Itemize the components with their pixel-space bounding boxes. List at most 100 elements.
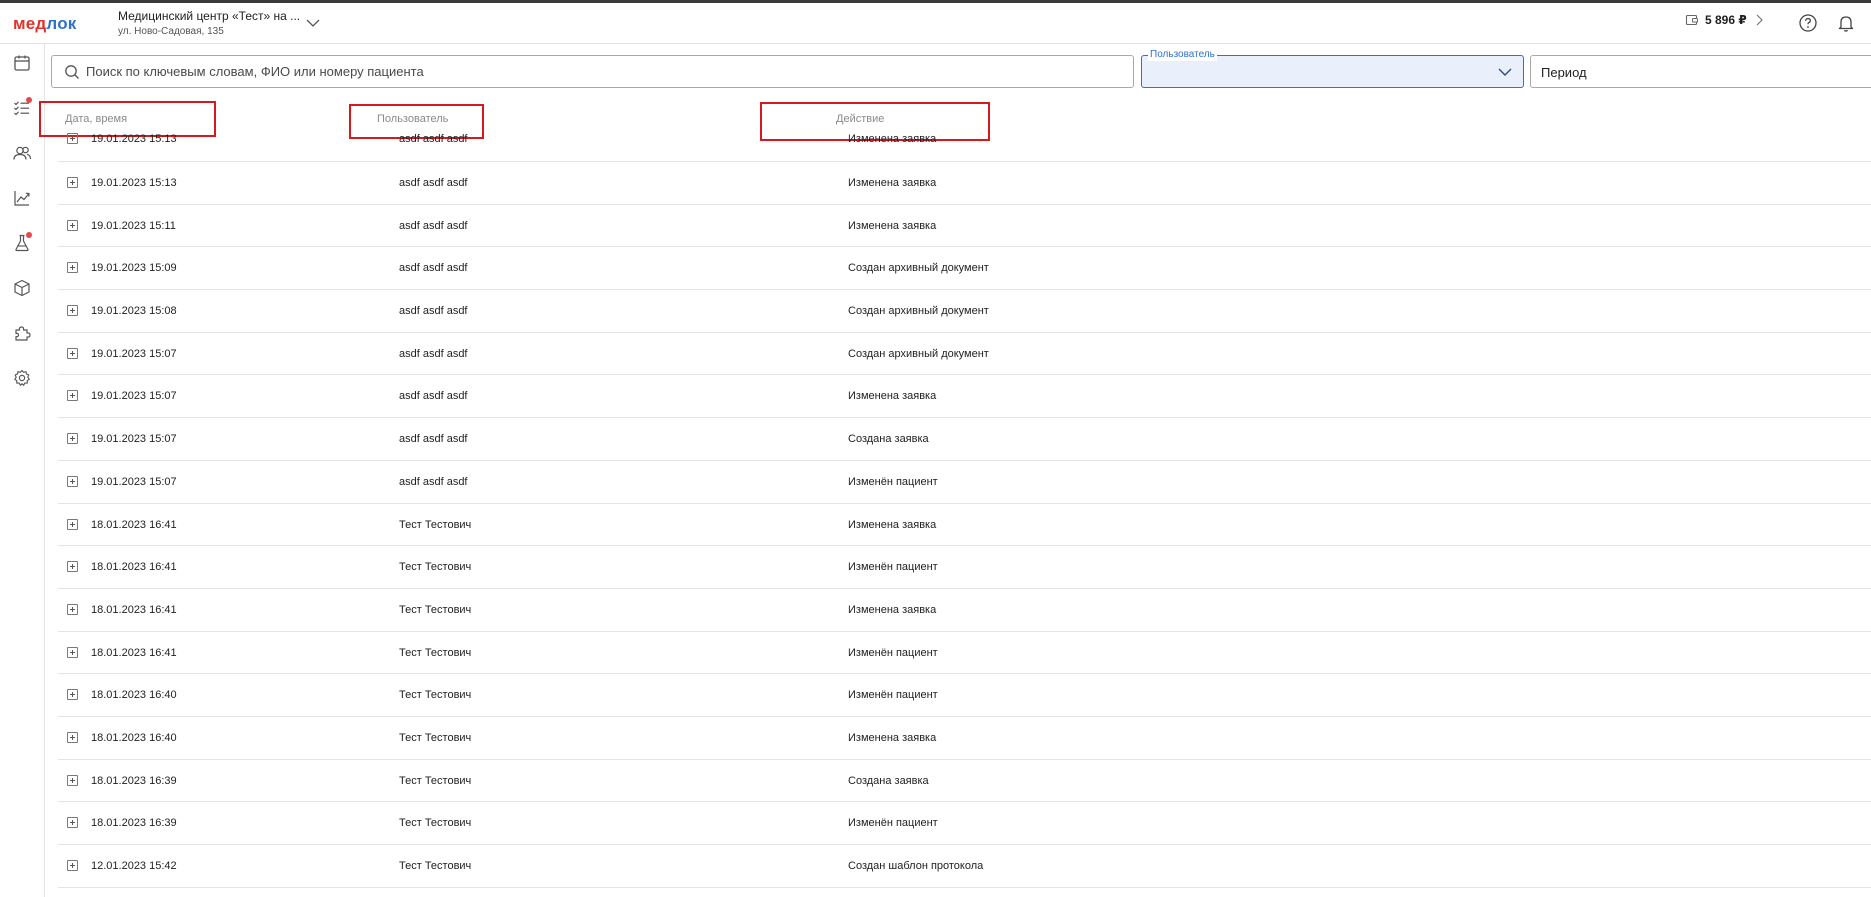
expand-row-icon[interactable] [67,689,78,701]
balance-amount: 5 896 ₽ [1705,13,1747,27]
period-filter-field[interactable]: Период [1530,55,1871,88]
sidebar [0,44,45,897]
table-row[interactable]: 18.01.2023 16:40 Тест Тестович Изменена за… [58,717,1871,760]
notifications-bell-icon[interactable] [1836,13,1856,33]
expand-row-icon[interactable] [67,177,78,188]
cell-user: asdf asdf asdf [399,305,468,318]
cell-datetime: 18.01.2023 16:41 [91,561,177,574]
cell-action: Создан архивный документ [848,347,989,360]
cell-datetime: 19.01.2023 15:07 [91,475,177,488]
chevron-down-icon[interactable] [305,15,321,31]
calendar-icon[interactable] [12,53,32,73]
table-row[interactable]: 19.01.2023 15:09 asdf asdf asdf Создан арх… [58,247,1871,291]
clinic-address: ул. Ново-Садовая, 135 [118,26,224,37]
cell-user: asdf asdf asdf [399,347,468,360]
cell-datetime: 19.01.2023 15:07 [91,433,177,446]
cell-datetime: 19.01.2023 15:08 [91,305,177,318]
table-row[interactable]: 19.01.2023 15:13 asdf asdf asdf Изменена з… [58,162,1871,205]
table-row[interactable]: 19.01.2023 15:07 asdf asdf asdf Создана за… [58,418,1871,461]
logo-part-blue: лок [46,14,77,33]
cell-user: asdf asdf asdf [399,262,468,275]
table-row[interactable]: 18.01.2023 16:39 Тест Тестович Изменён пац… [58,802,1871,845]
table-row[interactable]: 18.01.2023 16:41 Тест Тестович Изменён пац… [58,632,1871,675]
expand-row-icon[interactable] [67,390,78,402]
cell-user: Тест Тестович [399,646,472,659]
expand-row-icon[interactable] [67,475,78,487]
cell-user: Тест Тестович [399,689,472,702]
cell-datetime: 12.01.2023 15:42 [91,860,177,872]
cell-user: asdf asdf asdf [399,133,468,145]
cell-user: Тест Тестович [399,518,472,531]
search-input[interactable] [86,64,1086,79]
table-row[interactable]: 12.01.2023 15:42 Тест Тестович Создан шабл… [58,845,1871,888]
cell-datetime: 18.01.2023 16:41 [91,603,177,616]
cell-action: Создан шаблон протокола [848,860,984,872]
cell-action: Создан архивный документ [848,262,989,275]
table-row[interactable]: 18.01.2023 16:40 Тест Тестович Изменён пац… [58,674,1871,717]
cell-datetime: 19.01.2023 15:09 [91,262,177,275]
expand-row-icon[interactable] [67,646,78,658]
table-row[interactable]: 19.01.2023 15:07 asdf asdf asdf Изменена з… [58,375,1871,419]
app-header: медлок Медицинский центр «Тест» на ... у… [0,3,1871,44]
expand-row-icon[interactable] [67,347,78,359]
analytics-icon[interactable] [12,188,32,208]
expand-row-icon[interactable] [67,305,78,317]
cell-datetime: 19.01.2023 15:07 [91,347,177,360]
table-row[interactable]: 18.01.2023 16:41 Тест Тестович Изменена за… [58,589,1871,632]
cell-action: Изменена заявка [848,731,937,744]
expand-row-icon[interactable] [67,603,78,615]
integrations-puzzle-icon[interactable] [12,323,32,343]
table-row[interactable]: 18.01.2023 16:41 Тест Тестович Изменён пац… [58,546,1871,589]
lab-badge-dot [26,232,32,238]
cell-action: Изменена заявка [848,603,937,616]
expand-row-icon[interactable] [67,860,78,871]
expand-row-icon[interactable] [67,774,78,786]
expand-row-icon[interactable] [67,561,78,573]
medlok-logo[interactable]: медлок [13,14,77,34]
search-field[interactable] [51,55,1134,88]
cell-user: asdf asdf asdf [399,390,468,403]
lab-icon[interactable] [12,232,32,253]
warehouse-box-icon[interactable] [12,278,32,298]
chevron-down-icon [1498,68,1512,76]
expand-row-icon[interactable] [67,219,78,231]
patients-icon[interactable] [12,143,32,163]
cell-user: Тест Тестович [399,860,472,872]
cell-datetime: 19.01.2023 15:07 [91,390,177,403]
table-row[interactable]: 18.01.2023 16:41 Тест Тестович Изменена за… [58,504,1871,547]
cell-action: Создан архивный документ [848,305,989,318]
chevron-right-icon [1756,14,1763,26]
cell-datetime: 18.01.2023 16:40 [91,689,177,702]
cell-action: Изменён пациент [848,689,938,702]
cell-user: Тест Тестович [399,561,472,574]
table-row[interactable]: 19.01.2023 15:13 asdf asdf asdf Изменена з… [58,119,1871,162]
expand-row-icon[interactable] [67,433,78,445]
clinic-selector[interactable]: Медицинский центр «Тест» на ... ул. Ново… [118,9,300,37]
expand-row-icon[interactable] [67,518,78,530]
user-filter-label: Пользователь [1148,49,1217,61]
tasks-badge-dot [26,97,32,103]
help-icon[interactable] [1798,13,1818,33]
settings-gear-icon[interactable] [12,368,32,388]
cell-action: Изменён пациент [848,561,938,574]
table-row[interactable]: 19.01.2023 15:07 asdf asdf asdf Изменён па… [58,461,1871,504]
user-filter-select[interactable]: Пользователь [1141,49,1524,88]
table-row[interactable]: 19.01.2023 15:11 asdf asdf asdf Изменена з… [58,205,1871,248]
balance-widget[interactable]: 5 896 ₽ [1685,13,1765,27]
cell-datetime: 19.01.2023 15:11 [91,219,176,232]
table-row[interactable]: 19.01.2023 15:07 asdf asdf asdf Создан арх… [58,333,1871,376]
expand-row-icon[interactable] [67,133,78,144]
tasks-icon[interactable] [12,97,32,118]
cell-user: asdf asdf asdf [399,433,468,446]
expand-row-icon[interactable] [67,262,78,274]
cell-datetime: 18.01.2023 16:41 [91,518,177,531]
expand-row-icon[interactable] [67,817,78,829]
expand-row-icon[interactable] [67,731,78,743]
table-row[interactable]: 18.01.2023 16:39 Тест Тестович Создана зая… [58,760,1871,803]
cell-action: Изменён пациент [848,475,938,488]
cell-datetime: 18.01.2023 16:39 [91,817,177,830]
audit-log-table: 19.01.2023 15:13 asdf asdf asdf Изменена з… [58,119,1871,888]
cell-user: Тест Тестович [399,731,472,744]
clinic-name: Медицинский центр «Тест» на ... [118,9,301,23]
table-row[interactable]: 19.01.2023 15:08 asdf asdf asdf Создан арх… [58,290,1871,333]
